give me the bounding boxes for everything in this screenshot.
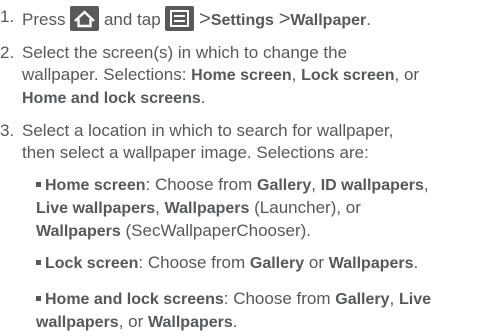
bullet-line: Home screen: Choose from Gallery, ID wal… — [36, 174, 429, 197]
step-text: . — [366, 10, 371, 29]
bullet-text: (Launcher), or — [254, 198, 361, 217]
bullet-title: Home screen — [45, 177, 146, 194]
bullet-text: or — [308, 253, 325, 272]
option-id-wallpapers: ID wallpapers — [320, 177, 424, 194]
bullet-icon — [36, 182, 41, 187]
step-text: and tap — [103, 10, 161, 29]
bullet-line: Wallpapers (SecWallpaperChooser). — [36, 220, 429, 243]
bullet-icon — [36, 260, 41, 265]
bullet-text: . — [413, 253, 419, 272]
menu-icon — [165, 6, 195, 31]
option-lock-screen: Lock screen — [301, 67, 395, 84]
bullet-line: Home and lock screens: Choose from Galle… — [36, 288, 431, 311]
bullet-line: Lock screen: Choose from Gallery or Wall… — [36, 252, 418, 275]
step-text: Press — [22, 10, 66, 29]
bullet-text: , — [389, 289, 395, 308]
instruction-list: 1. Press and tap >Settings >Wallpaper. 2… — [0, 0, 487, 336]
option-wallpapers: Wallpapers — [36, 223, 121, 240]
bullet-icon — [36, 296, 41, 301]
step-text: Select a location in which to search for… — [22, 121, 394, 140]
bullet-text: : Choose from — [223, 289, 331, 308]
step-text: then select a wallpaper image. Selection… — [22, 143, 369, 162]
separator: > — [278, 8, 291, 30]
menu-path-settings: Settings — [210, 12, 274, 29]
option-home-and-lock-screens: Home and lock screens — [22, 90, 201, 107]
menu-path-wallpaper: Wallpaper — [290, 12, 367, 29]
option-live-wallpapers: Live wallpapers — [36, 200, 156, 217]
step-text: , — [291, 65, 297, 84]
bullet-text: , or — [118, 312, 144, 331]
bullet-title: Home and lock screens — [45, 291, 224, 308]
step-text: Press and tap >Settings >Wallpaper. — [22, 6, 371, 32]
step-text-line: Home and lock screens. — [22, 87, 419, 110]
bullet-text: , — [155, 198, 160, 217]
bullet-text: (SecWallpaperChooser). — [125, 221, 312, 240]
bullet-text: , — [311, 175, 316, 194]
bullet-text: : Choose from — [138, 253, 246, 272]
bullet-home-and-lock-screens: Home and lock screens: Choose from Galle… — [36, 288, 431, 334]
bullet-text: . — [232, 312, 238, 331]
bullet-text: : Choose from — [145, 175, 253, 194]
bullet-lock-screen: Lock screen: Choose from Gallery or Wall… — [36, 252, 418, 275]
step-text: Select a location in which to search for… — [22, 120, 393, 164]
step-number: 2. — [0, 43, 15, 62]
step-text: . — [200, 88, 206, 107]
option-gallery: Gallery — [249, 255, 305, 272]
step-text: Select the screen(s) in which to change … — [22, 42, 419, 110]
step-number: 1. — [0, 7, 15, 26]
option-wallpapers: Wallpapers — [164, 200, 250, 217]
step-text: Select the screen(s) in which to change … — [22, 43, 348, 62]
bullet-line: wallpapers, or Wallpapers. — [36, 311, 431, 334]
bullet-line: Live wallpapers, Wallpapers (Launcher), … — [36, 197, 429, 220]
option-wallpapers: Wallpapers — [328, 255, 414, 272]
home-icon — [70, 6, 100, 31]
option-gallery: Gallery — [257, 177, 312, 194]
bullet-home-screen: Home screen: Choose from Gallery, ID wal… — [36, 174, 429, 243]
option-gallery: Gallery — [335, 291, 390, 308]
step-text: , or — [394, 65, 420, 84]
step-number: 3. — [0, 121, 15, 140]
bullet-text: , — [423, 175, 429, 194]
option-live-wallpapers: Live — [398, 291, 431, 308]
bullet-title: Lock screen — [45, 255, 139, 272]
separator: > — [199, 8, 211, 30]
step-text: wallpaper. Selections: — [22, 65, 187, 84]
step-text-line: wallpaper. Selections: Home screen, Lock… — [22, 64, 419, 87]
option-home-screen: Home screen — [191, 67, 292, 84]
option-live-wallpapers: wallpapers — [36, 314, 119, 331]
option-wallpapers: Wallpapers — [148, 314, 233, 331]
